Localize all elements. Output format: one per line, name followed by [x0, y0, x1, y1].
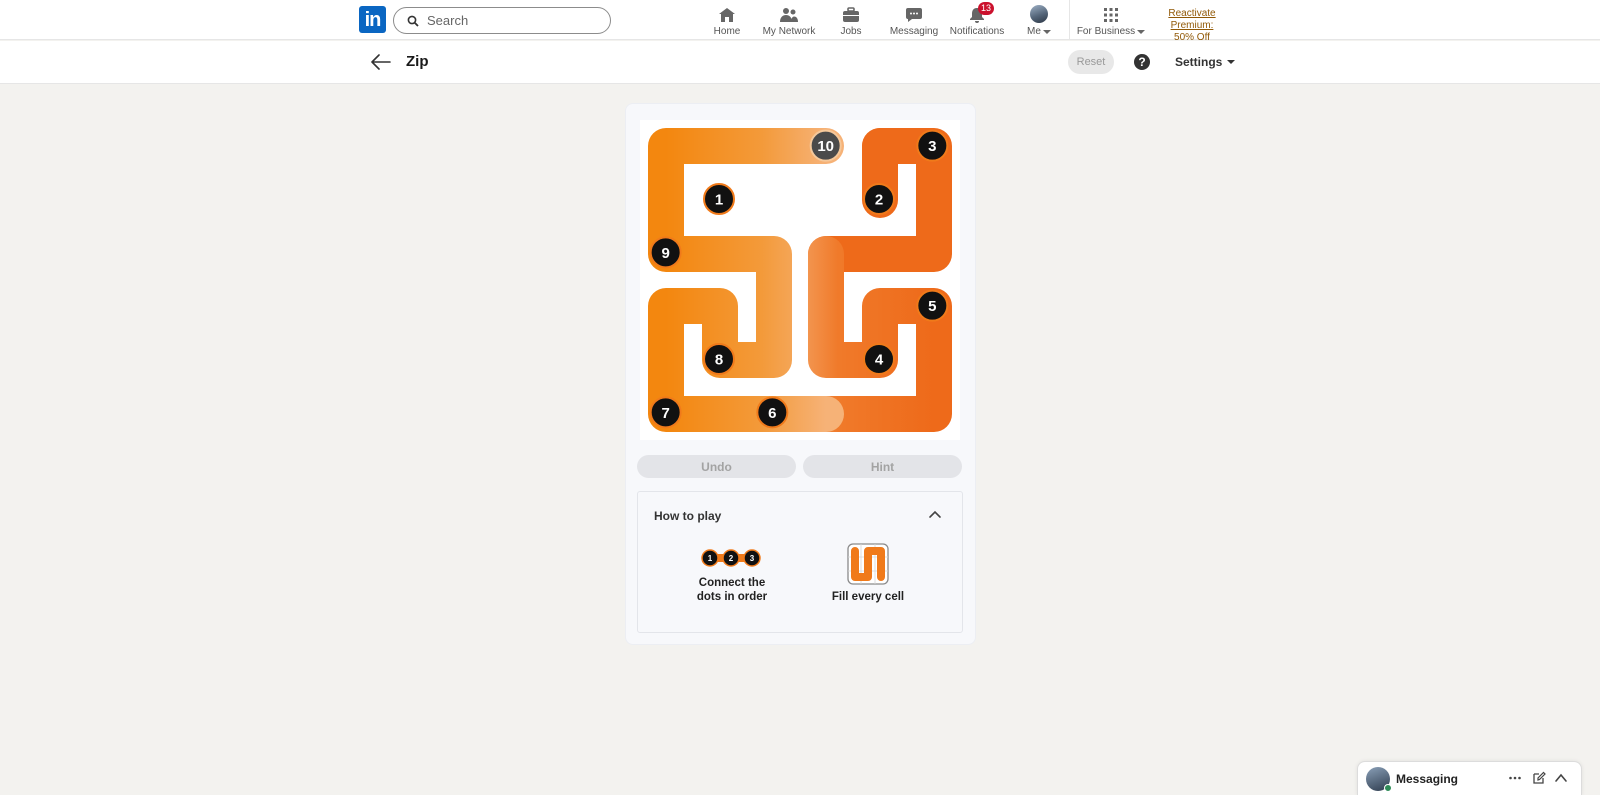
rule-dot-label: 2 — [729, 554, 734, 563]
dot-10: 10 — [809, 129, 842, 162]
help-icon[interactable]: ? — [1134, 54, 1150, 70]
chevron-down-icon — [1137, 29, 1146, 34]
rule-dot-3: 3 — [743, 549, 761, 567]
home-icon — [719, 8, 735, 22]
nav-notifications-label: Notifications — [949, 26, 1005, 37]
nav-home-label: Home — [713, 26, 741, 37]
dot-label: 3 — [928, 138, 936, 155]
messaging-label: Messaging — [1396, 772, 1459, 786]
dot-8: 8 — [703, 343, 735, 375]
reset-button[interactable]: Reset — [1068, 50, 1114, 74]
dot-label: 2 — [875, 192, 883, 209]
rule-fill-cells: Fill every cell — [831, 591, 905, 603]
rule-dot-label: 3 — [750, 554, 755, 563]
game-header: Zip Reset ? Settings — [0, 41, 1600, 84]
notifications-badge: 13 — [978, 2, 995, 15]
reactivate-premium-link[interactable]: Reactivate Premium: 50% Off — [1146, 8, 1238, 44]
messaging-bar[interactable]: Messaging — [1357, 761, 1582, 795]
board-background — [640, 120, 960, 440]
rule-dot-1: 1 — [701, 549, 719, 567]
connect-dots-illustration: 1 2 3 — [701, 549, 761, 567]
how-to-play-title: How to play — [654, 509, 722, 523]
nav-jobs[interactable]: Jobs — [834, 5, 868, 37]
rule-dot-2: 2 — [722, 549, 740, 567]
dot-4: 4 — [863, 343, 895, 375]
settings-label: Settings — [1175, 55, 1223, 69]
search-input[interactable] — [427, 13, 597, 28]
dot-label: 5 — [928, 298, 936, 315]
more-icon[interactable] — [1508, 771, 1522, 785]
undo-button[interactable]: Undo — [637, 455, 796, 478]
nav-messaging-label: Messaging — [889, 26, 939, 37]
nav-my-network[interactable]: My Network — [758, 5, 820, 37]
chevron-up-icon[interactable] — [1554, 771, 1568, 785]
settings-dropdown[interactable]: Settings — [1175, 55, 1236, 69]
nav-me[interactable]: Me — [1024, 5, 1054, 37]
zip-board[interactable]: 1 2 3 4 5 6 7 8 9 10 — [640, 120, 960, 440]
dot-label: 9 — [661, 245, 669, 262]
game-title: Zip — [406, 53, 429, 70]
dot-label: 1 — [715, 192, 723, 209]
dot-3: 3 — [916, 129, 949, 162]
nav-messaging[interactable]: Messaging — [887, 5, 941, 37]
dot-2: 2 — [863, 183, 895, 215]
fill-cells-illustration — [847, 543, 889, 585]
dot-6: 6 — [756, 396, 789, 429]
how-to-play-panel: How to play 1 2 3 Connect the dots in orde… — [637, 491, 963, 633]
network-icon — [780, 8, 798, 22]
dot-7: 7 — [649, 396, 682, 429]
back-arrow-icon[interactable] — [370, 52, 392, 72]
briefcase-icon — [843, 7, 859, 22]
search-icon — [407, 15, 419, 27]
rule-connect-line-2: dots in order — [696, 591, 768, 603]
dot-5: 5 — [916, 289, 949, 322]
rule-connect-dots: Connect the dots in order — [682, 576, 782, 604]
hint-button[interactable]: Hint — [803, 455, 962, 478]
dot-label: 6 — [768, 405, 776, 422]
dot-label: 4 — [875, 352, 884, 369]
dot-1: 1 — [703, 183, 735, 215]
avatar — [1030, 5, 1048, 23]
nav-for-business-label: For Business — [1076, 26, 1136, 37]
chevron-down-icon — [1042, 29, 1051, 34]
dot-9: 9 — [649, 236, 682, 269]
nav-home[interactable]: Home — [709, 5, 745, 37]
rule-dot-label: 1 — [708, 554, 713, 563]
nav-jobs-label: Jobs — [840, 26, 862, 37]
dot-label: 10 — [817, 138, 834, 155]
linkedin-logo[interactable]: in — [359, 6, 386, 33]
nav-my-network-label: My Network — [762, 26, 816, 37]
nav-divider — [1069, 0, 1070, 40]
dot-label: 8 — [715, 352, 723, 369]
chevron-down-icon — [1227, 60, 1236, 64]
dot-label: 7 — [661, 405, 669, 422]
nav-notifications[interactable]: 13 Notifications — [949, 2, 1005, 37]
online-status-icon — [1384, 784, 1392, 792]
premium-line-1: Reactivate Premium: — [1168, 8, 1216, 31]
nav-me-label: Me — [1027, 26, 1041, 37]
search-box[interactable] — [393, 7, 611, 34]
nav-for-business[interactable]: For Business — [1076, 5, 1146, 37]
top-nav: in Home My Network Jobs Messaging 13 Not… — [0, 0, 1600, 43]
compose-icon[interactable] — [1532, 771, 1546, 785]
grid-icon — [1104, 8, 1118, 22]
chat-icon — [906, 8, 922, 22]
rule-connect-line-1: Connect the — [698, 577, 766, 589]
chevron-up-icon[interactable] — [928, 509, 942, 519]
